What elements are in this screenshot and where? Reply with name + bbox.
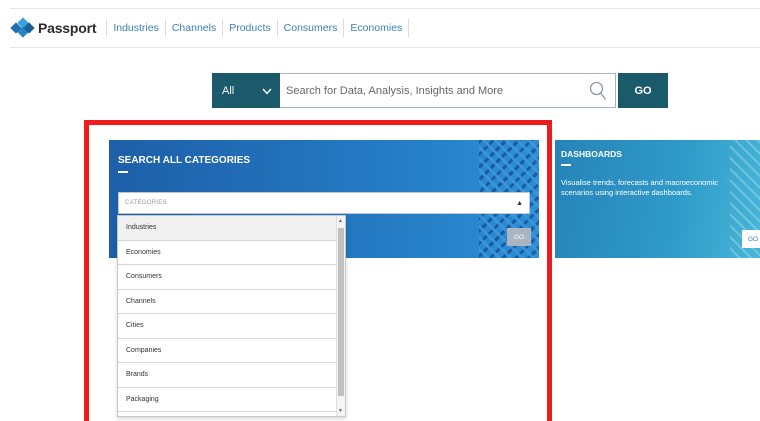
dashboards-description: Visualise trends, forecasts and macroeco… bbox=[561, 178, 719, 197]
nav-item-economies[interactable]: Economies bbox=[343, 19, 410, 37]
nav-item-consumers[interactable]: Consumers bbox=[276, 19, 344, 37]
chevron-down-icon bbox=[262, 84, 272, 98]
nav-item-products[interactable]: Products bbox=[222, 19, 276, 37]
main-search-row: All GO bbox=[212, 73, 668, 108]
title-underline bbox=[561, 164, 571, 166]
search-icon[interactable] bbox=[587, 80, 609, 102]
dashboards-go-button[interactable]: GO bbox=[742, 230, 760, 248]
main-nav: Industries Channels Products Consumers E… bbox=[106, 9, 410, 47]
search-scope-select[interactable]: All bbox=[212, 73, 280, 108]
search-box bbox=[280, 73, 616, 108]
logo-text: Passport bbox=[38, 20, 97, 36]
nav-item-industries[interactable]: Industries bbox=[106, 19, 165, 37]
search-go-button[interactable]: GO bbox=[618, 73, 668, 108]
dashboards-panel: DASHBOARDS Visualise trends, forecasts a… bbox=[555, 140, 760, 258]
passport-logo-icon bbox=[10, 17, 35, 38]
highlight-frame bbox=[84, 120, 552, 421]
top-nav-bar: Passport Industries Channels Products Co… bbox=[10, 8, 760, 48]
nav-item-channels[interactable]: Channels bbox=[164, 19, 222, 37]
search-input[interactable] bbox=[286, 84, 576, 97]
dashboards-title: DASHBOARDS bbox=[561, 149, 622, 159]
search-scope-value: All bbox=[222, 84, 235, 97]
passport-logo[interactable]: Passport bbox=[10, 9, 106, 47]
